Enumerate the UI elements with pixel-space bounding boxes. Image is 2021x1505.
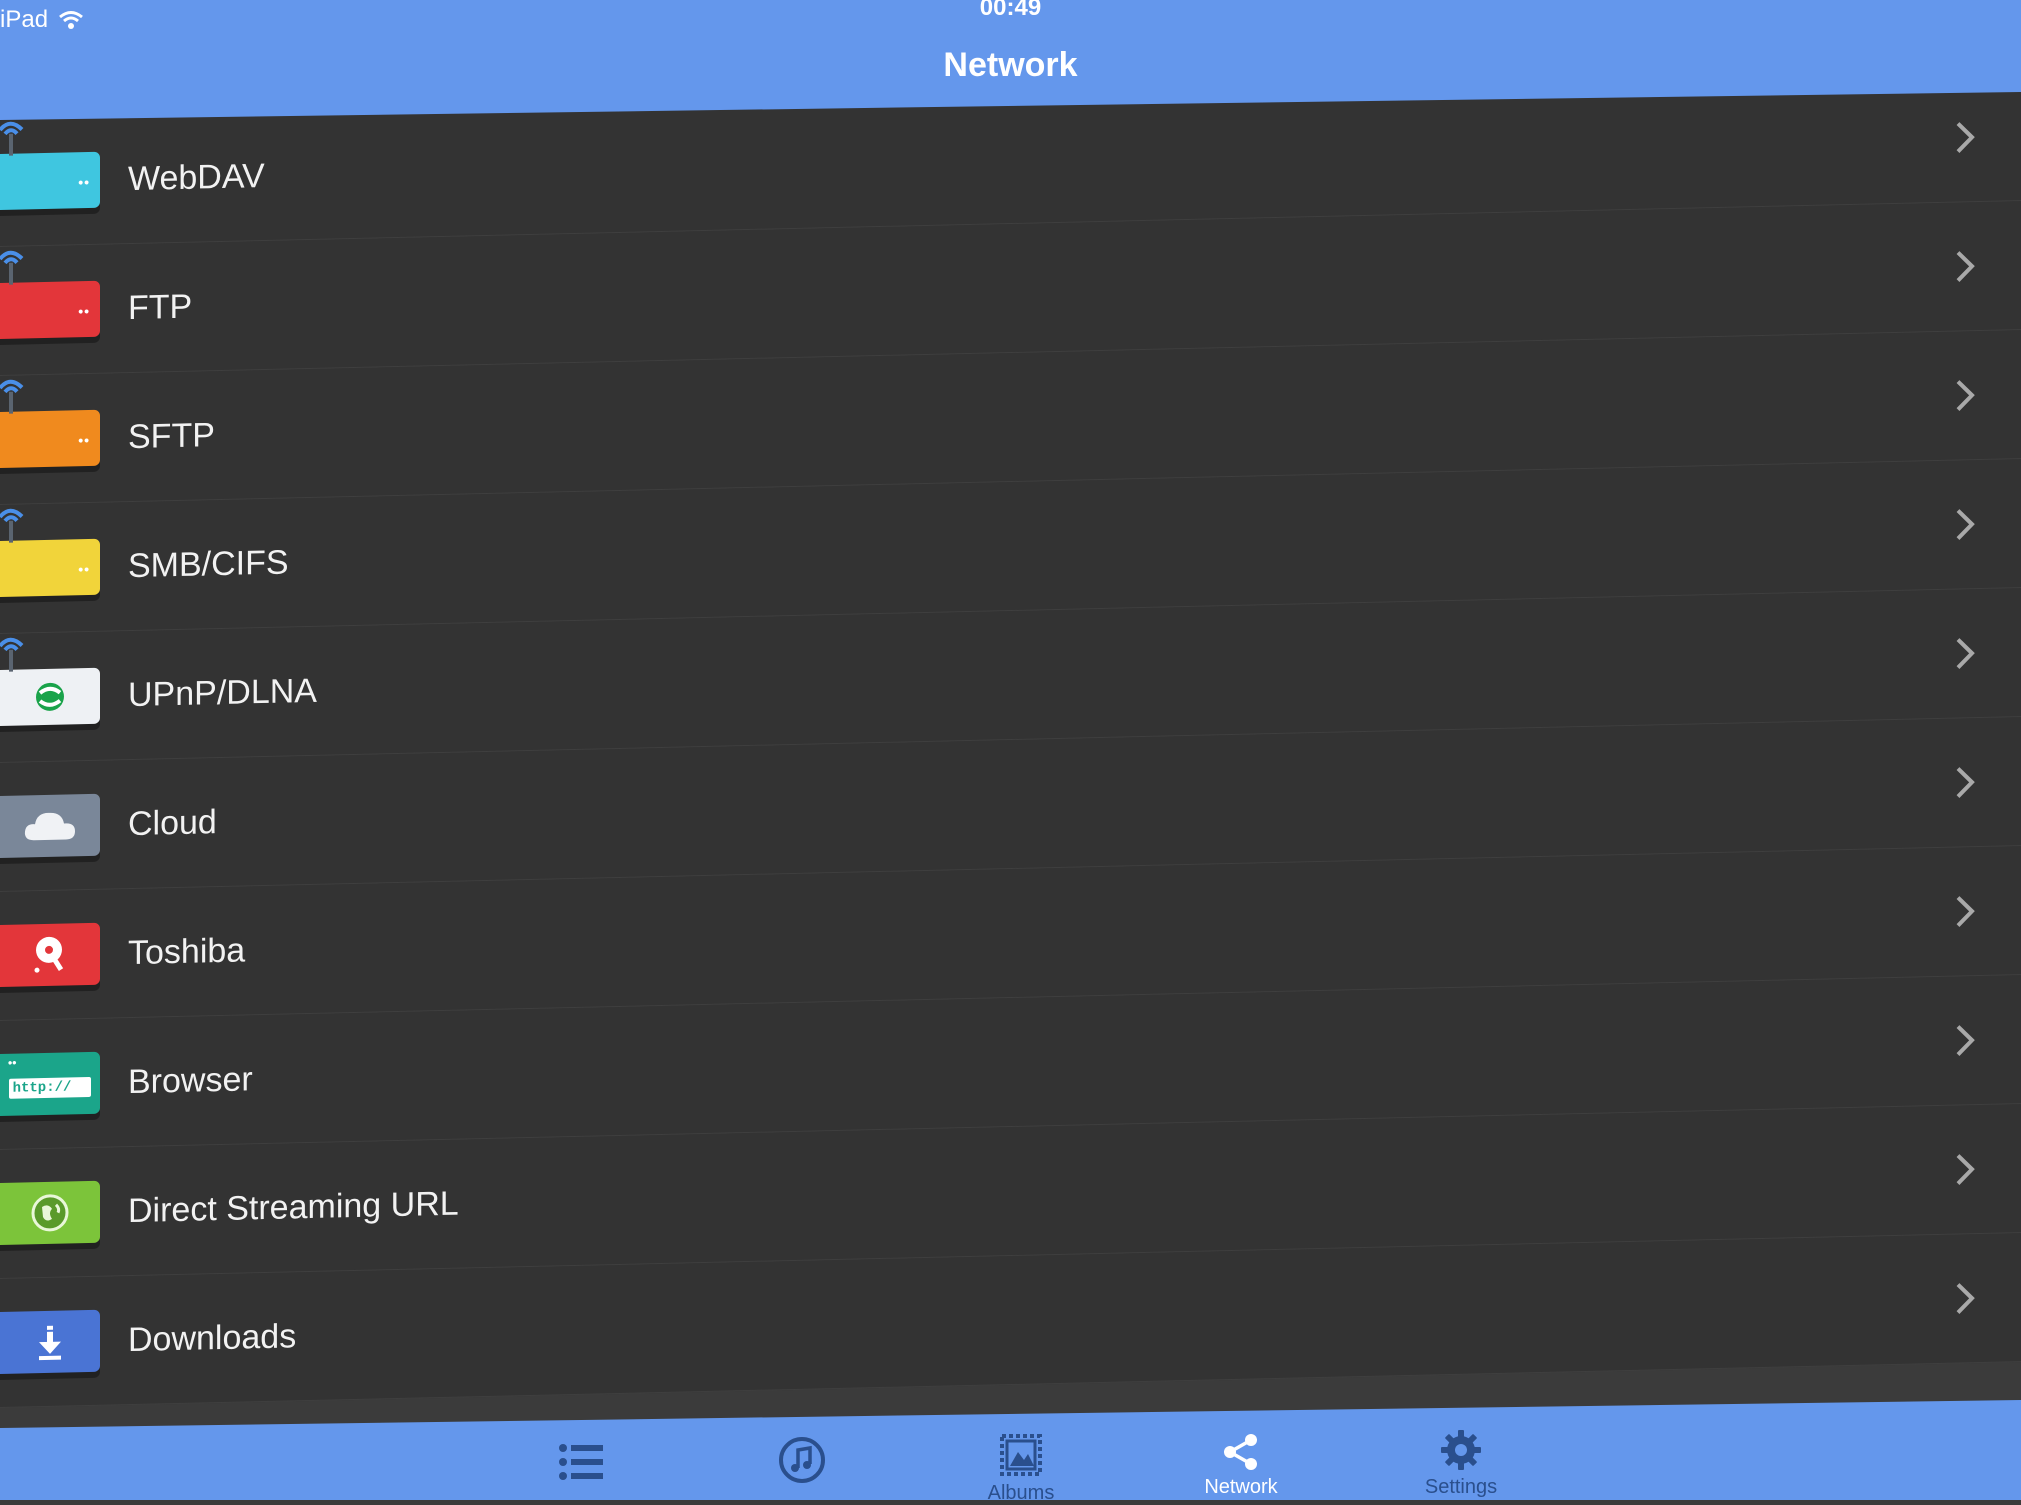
photo-icon	[1000, 1434, 1042, 1476]
item-label: WebDAV	[128, 156, 265, 198]
tab-label: Albums	[987, 1482, 1055, 1504]
browser-url-box: http://	[8, 1076, 92, 1099]
tab-settings[interactable]: Settings	[1401, 1428, 1521, 1499]
router-icon: ••	[0, 379, 100, 468]
item-label: Cloud	[128, 802, 217, 843]
item-label: SMB/CIFS	[128, 542, 289, 585]
chevron-right-icon	[1956, 767, 1975, 798]
globe-icon	[0, 1180, 100, 1245]
status-time: 00:49	[979, 0, 1042, 21]
page-title: Network	[943, 46, 1078, 84]
tab-network[interactable]: Network	[1181, 1432, 1301, 1499]
list-icon	[559, 1444, 603, 1480]
chevron-right-icon	[1956, 1154, 1975, 1185]
gear-icon	[1441, 1430, 1481, 1470]
item-label: SFTP	[128, 415, 215, 456]
item-label: FTP	[128, 287, 193, 327]
chevron-right-icon	[1956, 638, 1975, 669]
antenna-icon	[0, 379, 24, 414]
network-source-list: •• WebDAV •• FTP •• SFTP •• SMB/CIFS UPn…	[0, 71, 2021, 1408]
chevron-right-icon	[1956, 380, 1975, 411]
tab-music[interactable]	[742, 1436, 862, 1488]
share-icon	[1224, 1434, 1257, 1470]
chevron-right-icon	[1956, 509, 1975, 540]
browser-icon: •• http://	[0, 1051, 100, 1116]
chevron-right-icon	[1956, 1025, 1975, 1056]
dlna-icon	[0, 637, 100, 726]
item-label: Browser	[128, 1059, 253, 1101]
item-label: Downloads	[128, 1316, 297, 1359]
router-icon: ••	[0, 508, 100, 597]
cloud-icon	[0, 793, 100, 858]
antenna-icon	[0, 250, 24, 285]
item-label: UPnP/DLNA	[128, 671, 317, 714]
chevron-right-icon	[1956, 1283, 1975, 1314]
download-icon	[0, 1309, 100, 1374]
antenna-icon	[0, 508, 24, 543]
toshiba-icon	[0, 922, 100, 987]
tab-albums[interactable]: Albums	[961, 1432, 1081, 1505]
chevron-right-icon	[1956, 896, 1975, 927]
tab-label: Settings	[1424, 1476, 1498, 1498]
chevron-right-icon	[1956, 251, 1975, 282]
tab-list[interactable]	[521, 1442, 641, 1486]
antenna-icon	[0, 637, 24, 672]
router-icon: ••	[0, 121, 100, 210]
item-label: Direct Streaming URL	[128, 1184, 459, 1230]
tab-label: Network	[1204, 1476, 1278, 1498]
item-label: Toshiba	[128, 930, 246, 972]
music-icon	[779, 1437, 825, 1483]
antenna-icon	[0, 121, 24, 156]
chevron-right-icon	[1956, 122, 1975, 153]
dlna-logo-icon	[36, 682, 64, 711]
router-icon: ••	[0, 250, 100, 339]
